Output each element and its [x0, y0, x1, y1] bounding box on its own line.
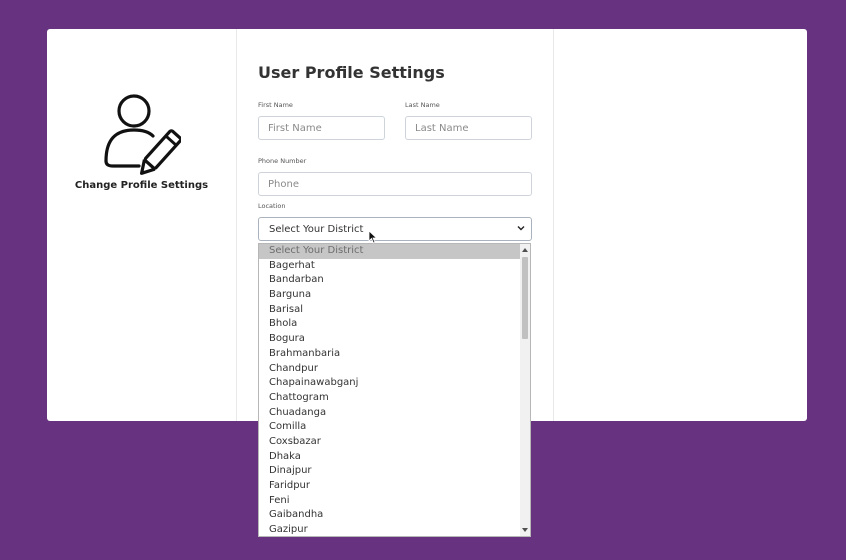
district-option[interactable]: Bandarban: [259, 273, 521, 288]
scroll-thumb[interactable]: [522, 257, 528, 339]
district-option[interactable]: Chandpur: [259, 362, 521, 377]
district-option[interactable]: Chapainawabganj: [259, 376, 521, 391]
district-option[interactable]: Chuadanga: [259, 406, 521, 421]
profile-panel-title: Change Profile Settings: [74, 180, 209, 191]
district-options-list: Select Your District Bagerhat Bandarban Bar…: [259, 244, 521, 536]
scroll-up-icon[interactable]: [522, 248, 528, 252]
district-option[interactable]: Barguna: [259, 288, 521, 303]
district-option[interactable]: Bogura: [259, 332, 521, 347]
mouse-cursor-icon: [368, 230, 378, 244]
district-option[interactable]: Coxsbazar: [259, 435, 521, 450]
chevron-down-icon: [517, 226, 525, 231]
district-option[interactable]: Brahmanbaria: [259, 347, 521, 362]
last-name-label: Last Name: [405, 101, 440, 109]
district-option[interactable]: Gazipur: [259, 523, 521, 536]
phone-field[interactable]: [258, 172, 532, 196]
district-option[interactable]: Comilla: [259, 420, 521, 435]
dropdown-scrollbar[interactable]: [520, 244, 530, 536]
district-dropdown[interactable]: Select Your District Bagerhat Bandarban Bar…: [258, 243, 531, 537]
first-name-field[interactable]: [258, 116, 385, 140]
district-option[interactable]: Barisal: [259, 303, 521, 318]
district-option[interactable]: Dhaka: [259, 450, 521, 465]
district-option[interactable]: Bhola: [259, 317, 521, 332]
district-option[interactable]: Chattogram: [259, 391, 521, 406]
user-edit-icon: [104, 94, 181, 175]
scroll-down-icon[interactable]: [522, 528, 528, 532]
profile-panel: Change Profile Settings: [47, 29, 237, 421]
district-option[interactable]: Select Your District: [259, 244, 521, 259]
first-name-label: First Name: [258, 101, 293, 109]
district-select[interactable]: Select Your District: [258, 217, 532, 241]
district-option[interactable]: Dinajpur: [259, 464, 521, 479]
phone-label: Phone Number: [258, 157, 307, 165]
right-panel: [553, 29, 808, 421]
district-option[interactable]: Bagerhat: [259, 259, 521, 274]
district-select-value: Select Your District: [269, 224, 364, 235]
district-option[interactable]: Feni: [259, 494, 521, 509]
district-option[interactable]: Gaibandha: [259, 508, 521, 523]
page-title: User Profile Settings: [258, 63, 445, 82]
district-option[interactable]: Faridpur: [259, 479, 521, 494]
last-name-field[interactable]: [405, 116, 532, 140]
location-label: Location: [258, 202, 286, 210]
